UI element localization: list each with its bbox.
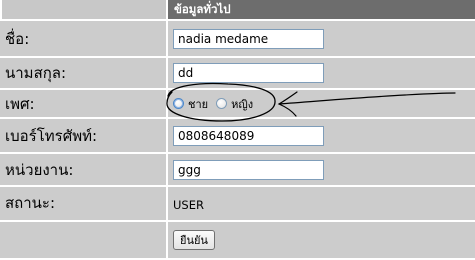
gender-label: เพศ: <box>0 89 166 120</box>
last-name-input[interactable] <box>173 63 324 84</box>
gender-radio-group: ชาย หญิง <box>173 93 261 115</box>
phone-row: เบอร์โทรศัพท์: <box>0 119 475 155</box>
gender-female-label[interactable]: หญิง <box>231 95 253 113</box>
gender-female-radio[interactable] <box>216 98 228 110</box>
first-name-row: ชื่อ: <box>0 21 475 59</box>
status-row: สถานะ: USER <box>0 187 475 222</box>
header-row: ข้อมูลทั่วไป <box>0 0 475 22</box>
action-row: ยืนยัน <box>0 221 475 260</box>
phone-label: เบอร์โทรศัพท์: <box>0 119 166 155</box>
header-spacer <box>0 0 166 22</box>
section-title: ข้อมูลทั่วไป <box>166 0 475 22</box>
department-row: หน่วยงาน: <box>0 154 475 188</box>
gender-male-label[interactable]: ชาย <box>188 95 208 113</box>
department-label: หน่วยงาน: <box>0 154 166 188</box>
status-label: สถานะ: <box>0 187 166 222</box>
status-value: USER <box>173 197 204 212</box>
last-name-label: นามสกุล: <box>0 58 166 90</box>
status-cell: USER <box>166 187 475 222</box>
action-cell: ยืนยัน <box>166 221 475 260</box>
phone-input[interactable] <box>173 126 324 147</box>
first-name-input[interactable] <box>173 28 324 49</box>
first-name-cell <box>166 21 475 59</box>
confirm-button[interactable]: ยืนยัน <box>173 230 215 251</box>
last-name-cell <box>166 58 475 90</box>
phone-cell <box>166 119 475 155</box>
last-name-row: นามสกุล: <box>0 58 475 90</box>
gender-male-radio[interactable] <box>173 98 184 110</box>
action-label-spacer <box>0 221 166 260</box>
gender-row: เพศ: ชาย หญิง <box>0 89 475 120</box>
user-info-form: ข้อมูลทั่วไป ชื่อ: นามสกุล: เพศ: ชาย หญิ… <box>0 0 475 260</box>
first-name-label: ชื่อ: <box>0 21 166 59</box>
department-cell <box>166 154 475 188</box>
gender-cell: ชาย หญิง <box>166 89 475 120</box>
department-input[interactable] <box>173 159 324 180</box>
